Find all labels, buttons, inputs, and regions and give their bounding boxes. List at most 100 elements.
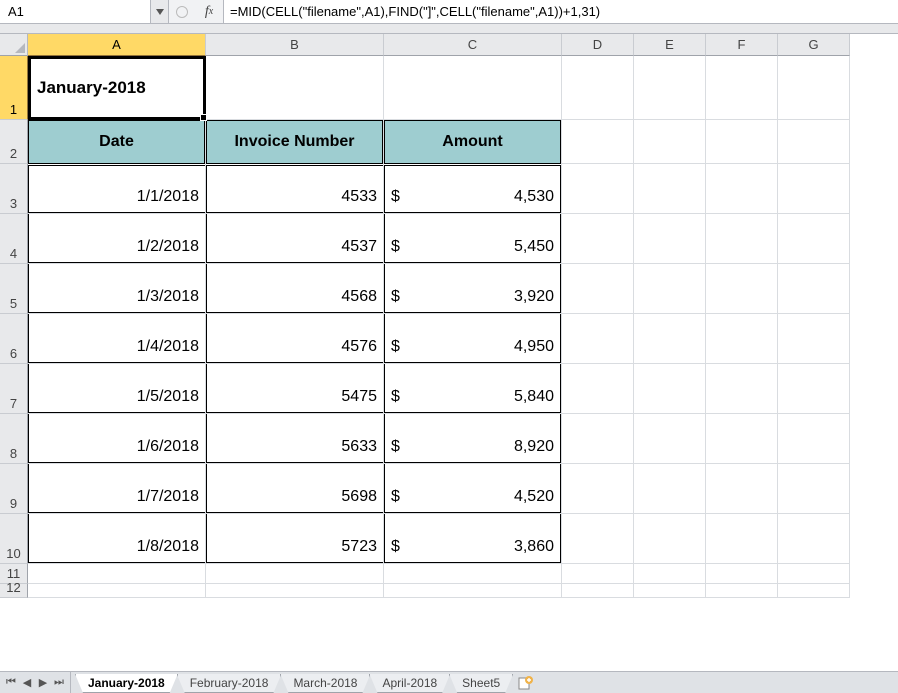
col-header-a[interactable]: A	[28, 34, 206, 56]
row-header-3[interactable]: 3	[0, 164, 28, 214]
cell-g4[interactable]	[778, 214, 850, 264]
row-header-2[interactable]: 2	[0, 120, 28, 164]
cell-e1[interactable]	[634, 56, 706, 120]
cell-d12[interactable]	[562, 584, 634, 598]
fx-icon[interactable]: fx	[195, 0, 223, 23]
cell-a1[interactable]: January-2018	[28, 56, 206, 120]
cell-g2[interactable]	[778, 120, 850, 164]
cell-e2[interactable]	[634, 120, 706, 164]
row-header-1[interactable]: 1	[0, 56, 28, 120]
new-sheet-icon[interactable]	[516, 672, 536, 693]
cell-c5[interactable]: $3,920	[384, 264, 562, 314]
cell-c11[interactable]	[384, 564, 562, 584]
cell-g8[interactable]	[778, 414, 850, 464]
row-header-9[interactable]: 9	[0, 464, 28, 514]
cell-g10[interactable]	[778, 514, 850, 564]
formula-input[interactable]	[224, 0, 898, 23]
sheet-tab[interactable]: February-2018	[177, 674, 282, 693]
row-header-10[interactable]: 10	[0, 514, 28, 564]
tab-nav-last-icon[interactable]: ⏭	[52, 676, 66, 689]
cell-c12[interactable]	[384, 584, 562, 598]
tab-nav-first-icon[interactable]: ⏮	[4, 676, 18, 689]
row-header-5[interactable]: 5	[0, 264, 28, 314]
cell-g11[interactable]	[778, 564, 850, 584]
cell-d3[interactable]	[562, 164, 634, 214]
cell-e4[interactable]	[634, 214, 706, 264]
cell-d1[interactable]	[562, 56, 634, 120]
active-cell[interactable]: January-2018	[28, 56, 206, 120]
cell-c3[interactable]: $4,530	[384, 164, 562, 214]
cell-b2[interactable]: Invoice Number	[206, 120, 384, 164]
cell-f4[interactable]	[706, 214, 778, 264]
cell-e10[interactable]	[634, 514, 706, 564]
select-all-corner[interactable]	[0, 34, 28, 56]
cell-b6[interactable]: 4576	[206, 314, 384, 364]
cell-a12[interactable]	[28, 584, 206, 598]
cell-a8[interactable]: 1/6/2018	[28, 414, 206, 464]
cell-b7[interactable]: 5475	[206, 364, 384, 414]
cell-f3[interactable]	[706, 164, 778, 214]
cell-c7[interactable]: $5,840	[384, 364, 562, 414]
tab-nav-prev-icon[interactable]: ◀	[20, 676, 34, 689]
sheet-tab[interactable]: Sheet5	[449, 674, 513, 693]
cell-d11[interactable]	[562, 564, 634, 584]
cell-a7[interactable]: 1/5/2018	[28, 364, 206, 414]
cell-c1[interactable]	[384, 56, 562, 120]
cell-c10[interactable]: $3,860	[384, 514, 562, 564]
cell-d6[interactable]	[562, 314, 634, 364]
col-header-b[interactable]: B	[206, 34, 384, 56]
cell-d4[interactable]	[562, 214, 634, 264]
cell-c9[interactable]: $4,520	[384, 464, 562, 514]
cell-a11[interactable]	[28, 564, 206, 584]
row-header-4[interactable]: 4	[0, 214, 28, 264]
cell-b12[interactable]	[206, 584, 384, 598]
cell-b4[interactable]: 4537	[206, 214, 384, 264]
cell-f2[interactable]	[706, 120, 778, 164]
cell-a9[interactable]: 1/7/2018	[28, 464, 206, 514]
col-header-e[interactable]: E	[634, 34, 706, 56]
cell-a3[interactable]: 1/1/2018	[28, 164, 206, 214]
cell-g12[interactable]	[778, 584, 850, 598]
tab-nav-next-icon[interactable]: ▶	[36, 676, 50, 689]
cell-b1[interactable]	[206, 56, 384, 120]
cell-c2[interactable]: Amount	[384, 120, 562, 164]
cell-e6[interactable]	[634, 314, 706, 364]
cell-a6[interactable]: 1/4/2018	[28, 314, 206, 364]
cell-f8[interactable]	[706, 414, 778, 464]
cell-g6[interactable]	[778, 314, 850, 364]
row-header-8[interactable]: 8	[0, 414, 28, 464]
cell-g1[interactable]	[778, 56, 850, 120]
cell-d9[interactable]	[562, 464, 634, 514]
row-header-12[interactable]: 12	[0, 584, 28, 598]
name-box[interactable]	[0, 0, 150, 23]
cell-g7[interactable]	[778, 364, 850, 414]
cell-d5[interactable]	[562, 264, 634, 314]
sheet-tab[interactable]: January-2018	[75, 674, 178, 693]
cell-f5[interactable]	[706, 264, 778, 314]
fill-handle[interactable]	[200, 114, 207, 121]
sheet-tab[interactable]: April-2018	[369, 674, 450, 693]
cell-b8[interactable]: 5633	[206, 414, 384, 464]
cell-f10[interactable]	[706, 514, 778, 564]
cell-f11[interactable]	[706, 564, 778, 584]
col-header-f[interactable]: F	[706, 34, 778, 56]
row-header-6[interactable]: 6	[0, 314, 28, 364]
col-header-c[interactable]: C	[384, 34, 562, 56]
cell-b9[interactable]: 5698	[206, 464, 384, 514]
cell-d8[interactable]	[562, 414, 634, 464]
cell-b3[interactable]: 4533	[206, 164, 384, 214]
cell-g9[interactable]	[778, 464, 850, 514]
col-header-d[interactable]: D	[562, 34, 634, 56]
cell-e12[interactable]	[634, 584, 706, 598]
name-box-dropdown[interactable]	[150, 0, 168, 23]
cell-f7[interactable]	[706, 364, 778, 414]
cell-g3[interactable]	[778, 164, 850, 214]
cell-c6[interactable]: $4,950	[384, 314, 562, 364]
cell-d2[interactable]	[562, 120, 634, 164]
cell-e9[interactable]	[634, 464, 706, 514]
sheet-tab[interactable]: March-2018	[280, 674, 370, 693]
cell-g5[interactable]	[778, 264, 850, 314]
col-header-g[interactable]: G	[778, 34, 850, 56]
cell-a4[interactable]: 1/2/2018	[28, 214, 206, 264]
cell-f9[interactable]	[706, 464, 778, 514]
